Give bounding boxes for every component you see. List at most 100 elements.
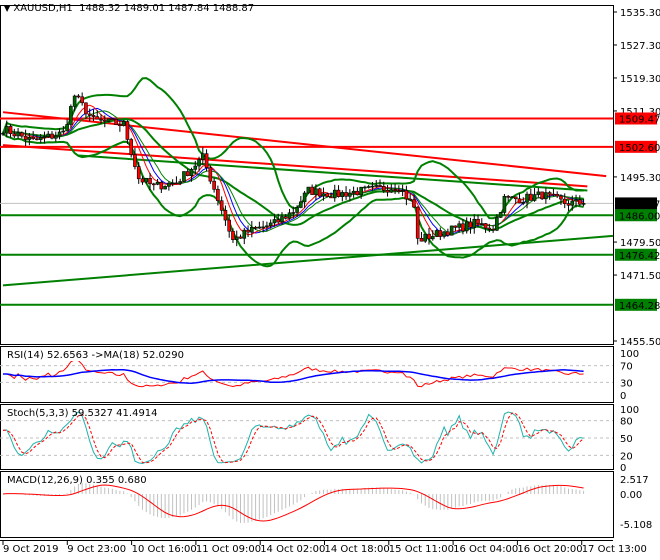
candle-body <box>344 192 348 197</box>
candle-body <box>336 189 341 197</box>
candle-body <box>540 191 544 200</box>
candle-body <box>110 118 115 121</box>
candle-body <box>438 230 443 237</box>
candle-body <box>559 195 563 200</box>
candle-body <box>182 171 186 182</box>
candle-body <box>27 136 32 140</box>
candle-body <box>513 196 518 200</box>
candle-body <box>479 223 484 225</box>
candle-body <box>408 198 412 201</box>
candle-body <box>57 131 62 137</box>
candle-body <box>140 178 145 183</box>
candle-body <box>242 229 247 239</box>
candle-body <box>498 212 503 218</box>
candle-body <box>8 126 13 134</box>
candle-body <box>272 219 277 224</box>
candle-body <box>219 200 224 211</box>
rsi-axis-label: 30 <box>620 378 633 389</box>
candle-body <box>363 186 367 189</box>
candle-body <box>574 199 578 202</box>
candle-body <box>95 116 100 120</box>
price-axis-label: 1519.30 <box>620 74 660 85</box>
candle-body <box>61 130 66 133</box>
candle-body <box>84 102 88 115</box>
time-axis-label: 14 Oct 18:00 <box>325 544 390 555</box>
candle-body <box>427 233 431 240</box>
candle-body <box>163 186 167 190</box>
rsi-ma-line <box>3 368 584 384</box>
candle-body <box>201 153 205 160</box>
candle-body <box>351 190 356 194</box>
price-tag-label: 1509.47 <box>619 114 660 125</box>
stoch-axis-label: 20 <box>620 451 633 462</box>
candle-body <box>487 227 492 230</box>
candle-body <box>133 154 137 167</box>
candle-body <box>332 189 337 199</box>
candle-body <box>374 185 379 187</box>
candle-body <box>69 106 73 125</box>
candle-body <box>317 188 322 197</box>
candle-body <box>121 121 126 126</box>
candle-body <box>106 118 111 122</box>
macd-label: MACD(12,26,9) 0.355 0.680 <box>7 475 147 486</box>
rsi-axis-label: 0 <box>620 391 626 402</box>
price-tag-label: 1486.00 <box>619 211 660 222</box>
candle-body <box>528 193 533 201</box>
candle-body <box>185 171 190 177</box>
candle-body <box>46 133 51 138</box>
candle-body <box>223 209 228 221</box>
candle-body <box>457 223 461 228</box>
price-axis-label: 1535.30 <box>620 8 660 19</box>
stoch-axis-label: 50 <box>620 434 633 445</box>
candle-body <box>329 196 333 199</box>
candle-body <box>340 192 345 197</box>
candle-body <box>238 236 243 239</box>
price-tag-label: 1488.87 <box>619 199 660 210</box>
candle-body <box>412 199 416 208</box>
bollinger-lower <box>2 132 584 268</box>
candle-body <box>189 169 194 177</box>
candle-body <box>525 193 529 203</box>
candle-body <box>276 219 281 223</box>
rsi-axis-label: 70 <box>620 362 633 373</box>
candle-body <box>136 166 141 180</box>
rsi-axis-label: 100 <box>620 349 639 360</box>
candle-body <box>102 119 107 122</box>
candle-body <box>287 212 292 219</box>
candle-body <box>250 226 254 233</box>
candle-body <box>521 201 526 204</box>
stoch-axis-label: 80 <box>620 417 633 428</box>
candle-body <box>483 223 488 229</box>
price-axis-label: 1495.30 <box>620 173 660 184</box>
candle-body <box>20 132 24 137</box>
candle-body <box>170 182 175 185</box>
candle-body <box>91 115 96 117</box>
candle-body <box>510 196 514 199</box>
time-axis-label: 10 Oct 16:00 <box>132 544 197 555</box>
candle-body <box>419 237 424 242</box>
candle-body <box>295 207 299 213</box>
candle-body <box>291 212 296 214</box>
candle-body <box>491 229 495 231</box>
stoch-axis-label: 100 <box>620 405 639 416</box>
candle-body <box>144 178 149 183</box>
candle-body <box>506 196 510 198</box>
candle-body <box>265 225 269 228</box>
candle-body <box>1 132 5 135</box>
candle-body <box>174 182 179 185</box>
price-tag-label: 1464.28 <box>619 301 660 312</box>
candle-body <box>129 139 133 155</box>
macd-axis-label: 2.517 <box>620 475 649 486</box>
candle-body <box>385 189 390 193</box>
candle-body <box>393 189 397 191</box>
candle-body <box>23 135 28 140</box>
candle-body <box>197 159 201 167</box>
candle-body <box>53 135 58 139</box>
candle-body <box>231 230 235 241</box>
price-tag-label: 1502.60 <box>619 143 660 154</box>
candle-body <box>208 167 213 182</box>
candle-body <box>167 182 171 187</box>
candle-body <box>555 193 559 197</box>
candle-body <box>359 186 363 196</box>
candle-body <box>446 231 450 236</box>
